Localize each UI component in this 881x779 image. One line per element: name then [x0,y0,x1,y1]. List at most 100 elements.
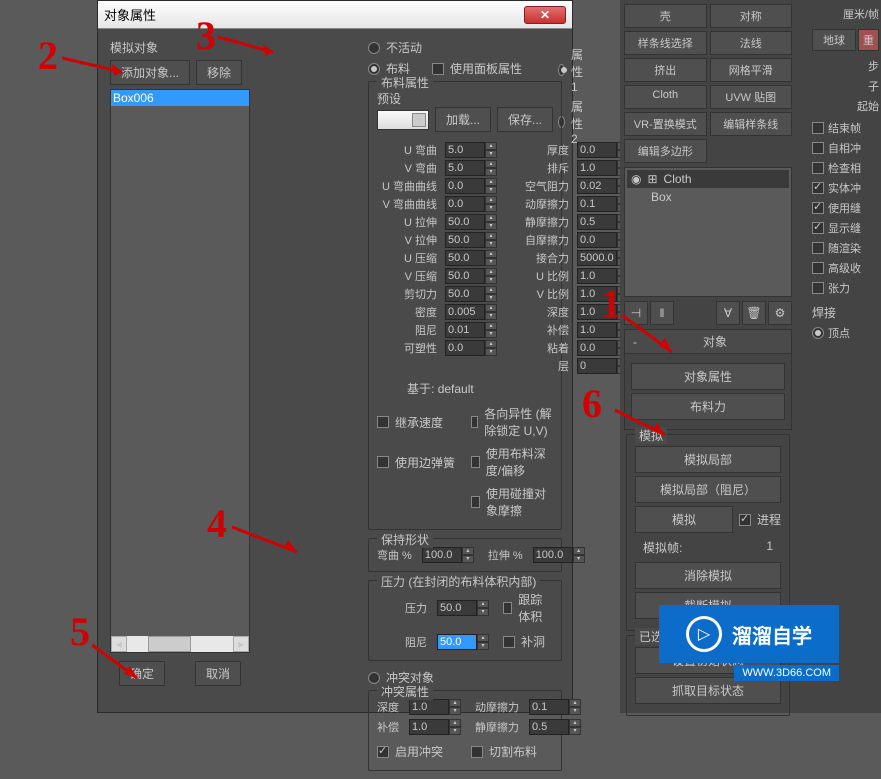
extrude-button[interactable]: 挤出 [624,58,707,82]
spinner-down[interactable]: ▾ [485,348,497,356]
offset-input[interactable] [577,322,617,338]
vertex-radio[interactable] [812,327,824,339]
tree-child[interactable]: Box [627,188,789,206]
vr-displace-button[interactable]: VR-置换模式 [624,112,707,136]
static-fric-input[interactable] [577,214,617,230]
spinner-down[interactable]: ▾ [569,727,581,735]
spinner-up[interactable]: ▴ [477,634,489,642]
spinner-down[interactable]: ▾ [485,312,497,320]
spinner-up[interactable]: ▴ [477,600,489,608]
spinner-up[interactable]: ▴ [485,160,497,168]
cloth-button[interactable]: Cloth [624,85,707,109]
depth-input[interactable] [577,304,617,320]
spinner-up[interactable]: ▴ [569,719,581,727]
repulsion-input[interactable] [577,160,617,176]
uvw-map-button[interactable]: UVW 贴图 [710,85,793,109]
object-rollout-title[interactable]: 对象 [642,333,788,350]
coll-static-fric-input[interactable] [529,719,569,735]
spinner-up[interactable]: ▴ [573,547,585,555]
layer-input[interactable] [577,358,617,374]
spinner-up[interactable]: ▴ [485,178,497,186]
edit-poly-button[interactable]: 编辑多边形 [624,139,707,163]
mesh-smooth-button[interactable]: 网格平滑 [710,58,793,82]
use-collision-fric-checkbox[interactable] [471,496,480,508]
self-collide-checkbox[interactable] [812,142,824,154]
spinner-up[interactable]: ▴ [449,719,461,727]
spinner-up[interactable]: ▴ [485,268,497,276]
use-edge-springs-checkbox[interactable] [377,456,389,468]
coll-offset-input[interactable] [409,719,449,735]
pin-stack-icon[interactable]: ⊣ [624,301,648,325]
spinner-down[interactable]: ▾ [573,555,585,563]
spinner-down[interactable]: ▾ [449,727,461,735]
ok-button[interactable]: 确定 [119,661,165,686]
seam-force-input[interactable] [577,250,617,266]
air-res-input[interactable] [577,178,617,194]
preset-dropdown[interactable]: ▾ [377,110,429,130]
spinner-up[interactable]: ▴ [569,699,581,707]
anisotropic-checkbox[interactable] [471,416,478,428]
track-volume-checkbox[interactable] [503,602,512,614]
scrollbar-thumb[interactable] [148,636,190,652]
spinner-down[interactable]: ▾ [569,707,581,715]
horizontal-scrollbar[interactable]: ◂ ▸ [111,636,249,652]
v-bend-curve-input[interactable] [445,196,485,212]
use-sew-checkbox[interactable] [812,202,824,214]
spinner-down[interactable]: ▾ [485,150,497,158]
earth-button[interactable]: 地球 [812,29,856,51]
spinner-down[interactable]: ▾ [449,707,461,715]
dialog-titlebar[interactable]: 对象属性 ✕ [98,1,572,29]
add-object-button[interactable]: 添加对象... [110,60,190,85]
spinner-up[interactable]: ▴ [462,547,474,555]
spinner-up[interactable]: ▴ [485,142,497,150]
damping-input[interactable] [445,322,485,338]
v-bend-input[interactable] [445,160,485,176]
heavy-button[interactable]: 重 [858,29,879,51]
v-scale-input[interactable] [577,286,617,302]
spinner-down[interactable]: ▾ [485,294,497,302]
spinner-up[interactable]: ▴ [485,232,497,240]
tension-checkbox[interactable] [812,282,824,294]
load-preset-button[interactable]: 加载... [435,107,491,132]
check-inter-checkbox[interactable] [812,162,824,174]
cloth-force-button[interactable]: 布料力 [631,393,785,420]
enable-collision-checkbox[interactable] [377,746,389,758]
save-preset-button[interactable]: 保存... [497,107,553,132]
show-sew-checkbox[interactable] [812,222,824,234]
random-dye-checkbox[interactable] [812,242,824,254]
object-props-button[interactable]: 对象属性 [631,363,785,390]
configure-sets-icon[interactable]: ⚙ [768,301,792,325]
symmetry-button[interactable]: 对称 [710,4,793,28]
spinner-down[interactable]: ▾ [485,330,497,338]
remove-modifier-icon[interactable]: 🗑 [742,301,766,325]
v-stretch-input[interactable] [445,232,485,248]
use-cloth-depth-checkbox[interactable] [471,456,480,468]
spinner-up[interactable]: ▴ [485,196,497,204]
eye-icon[interactable]: ◉ [631,172,641,186]
progress-checkbox[interactable] [739,514,751,526]
cling-input[interactable] [577,340,617,356]
make-unique-icon[interactable]: ∀ [716,301,740,325]
u-scale-input[interactable] [577,268,617,284]
u-bend-curve-input[interactable] [445,178,485,194]
advanced-checkbox[interactable] [812,262,824,274]
spinner-down[interactable]: ▾ [485,168,497,176]
stretch-pct-input[interactable] [533,547,573,563]
v-compress-input[interactable] [445,268,485,284]
grab-target-state-button[interactable]: 抓取目标状态 [635,677,781,704]
object-list[interactable]: Box006 ◂ ▸ [110,89,250,653]
spinner-down[interactable]: ▾ [485,258,497,266]
inactive-radio[interactable] [368,42,380,54]
u-compress-input[interactable] [445,250,485,266]
dyn-fric-input[interactable] [577,196,617,212]
density-input[interactable] [445,304,485,320]
remove-button[interactable]: 移除 [196,60,242,85]
sim-local-button[interactable]: 模拟局部 [635,446,781,473]
spinner-up[interactable]: ▴ [485,340,497,348]
cancel-button[interactable]: 取消 [195,661,241,686]
scroll-right-arrow[interactable]: ▸ [233,636,249,652]
spinner-down[interactable]: ▾ [485,204,497,212]
spline-select-button[interactable]: 样条线选择 [624,31,707,55]
erase-sim-button[interactable]: 消除模拟 [635,562,781,589]
expand-icon[interactable]: ⊞ [647,172,657,186]
